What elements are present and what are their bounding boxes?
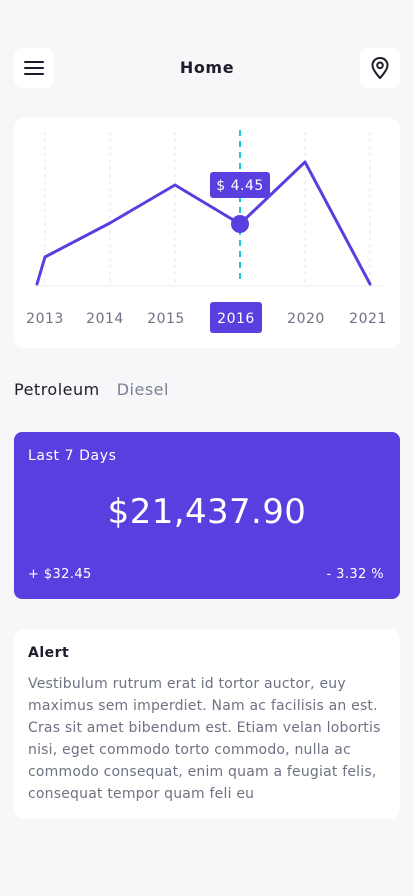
x-tick-label[interactable]: 2020 bbox=[287, 311, 325, 327]
page-title: Home bbox=[179, 58, 235, 77]
tab-petroleum[interactable]: Petroleum bbox=[14, 380, 100, 399]
alert-title: Alert bbox=[28, 645, 70, 661]
price-line-chart: $ 4.45 2013 2014 2015 2016 2020 2021 bbox=[26, 130, 387, 333]
location-button[interactable] bbox=[360, 48, 400, 88]
x-axis-labels: 2013 2014 2015 2016 2020 2021 bbox=[26, 311, 387, 327]
tooltip-value: $ 4.45 bbox=[216, 178, 264, 194]
summary-change-percent: - 3.32 % bbox=[326, 567, 384, 582]
tab-diesel[interactable]: Diesel bbox=[117, 380, 169, 399]
price-series-line bbox=[35, 160, 372, 286]
fuel-type-tabs: Petroleum Diesel bbox=[14, 380, 169, 399]
summary-card: Last 7 Days $21,437.90 + $32.45 - 3.32 % bbox=[14, 432, 400, 599]
summary-period-label: Last 7 Days bbox=[28, 448, 117, 464]
x-tick-label[interactable]: 2015 bbox=[147, 311, 185, 327]
x-tick-label-selected[interactable]: 2016 bbox=[217, 311, 255, 327]
summary-change-amount: + $32.45 bbox=[28, 567, 92, 582]
x-tick-label[interactable]: 2014 bbox=[86, 311, 124, 327]
summary-total-value: $21,437.90 bbox=[107, 492, 307, 532]
alert-body: Vestibulum rutrum erat id tortor auctor,… bbox=[28, 676, 381, 802]
alert-card: Alert Vestibulum rutrum erat id tortor a… bbox=[14, 629, 400, 819]
x-tick-label[interactable]: 2021 bbox=[349, 311, 387, 327]
x-tick-label[interactable]: 2013 bbox=[26, 311, 64, 327]
chart-tooltip: $ 4.45 bbox=[210, 172, 270, 198]
selected-data-point[interactable] bbox=[231, 215, 249, 233]
map-pin-icon bbox=[371, 57, 389, 79]
price-chart-card: $ 4.45 2013 2014 2015 2016 2020 2021 bbox=[14, 118, 400, 348]
